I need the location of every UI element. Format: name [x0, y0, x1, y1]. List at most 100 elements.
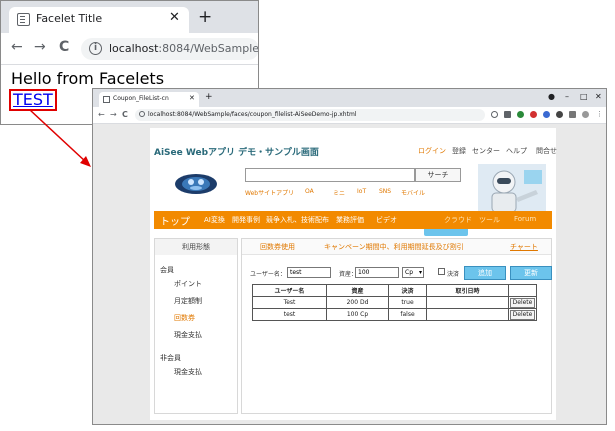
extension-red-icon[interactable] [530, 111, 537, 118]
side-heading: 利用形態 [155, 239, 237, 255]
add-button[interactable]: 追加 [464, 266, 506, 280]
cell-asset: 200 Dd [326, 296, 389, 309]
sublink-iot[interactable]: IoT [357, 188, 366, 195]
delete-button[interactable]: Delete [509, 309, 536, 320]
info-icon[interactable]: i [89, 42, 102, 55]
menu-video[interactable]: ビデオ [376, 215, 397, 225]
side-group-member: 会員 [160, 266, 174, 274]
cell-action: Delete [508, 308, 537, 321]
delete-button[interactable]: Delete [509, 297, 536, 308]
user-input[interactable]: test [287, 267, 331, 278]
page-icon [103, 96, 110, 103]
browser-toolbar: ← → C i localhost:8084/WebSample/ [1, 33, 259, 65]
share-icon[interactable] [504, 111, 511, 118]
menu-cloud[interactable]: クラウド [444, 215, 472, 225]
contact-link[interactable]: 問合せ [536, 146, 557, 156]
campaign-notice: キャンペーン期間中、利用期間延長及び割引 [324, 243, 464, 251]
sublink-oa[interactable]: OA [305, 188, 314, 195]
chart-link[interactable]: チャート [510, 242, 538, 252]
extension-blue-icon[interactable] [543, 111, 550, 118]
extension-green-icon[interactable] [517, 111, 524, 118]
sublink-web-app[interactable]: Webサイトアプリ [245, 188, 294, 197]
url-host: localhost [109, 42, 159, 55]
browser-window-2: Coupon_FileList-cn ✕ + ● – □ ✕ ← → C loc… [92, 88, 607, 425]
address-bar[interactable]: i localhost:8084/WebSample/ [81, 38, 259, 60]
coupon-table: ユーザー名 資産 決済 取引日時 Test 200 Dd true Delete… [252, 284, 537, 321]
col-asset: 資産 [326, 284, 389, 297]
asset-input[interactable]: 100 [355, 267, 399, 278]
sublink-sns[interactable]: SNS [379, 188, 391, 195]
side-item-cash-nonmember[interactable]: 現金支払 [174, 367, 202, 377]
profile-icon[interactable] [582, 111, 589, 118]
sublink-mini[interactable]: ミニ [333, 188, 345, 197]
search-icon[interactable] [491, 111, 498, 118]
col-datetime: 取引日時 [426, 284, 509, 297]
extensions-icon[interactable] [569, 111, 576, 118]
side-group-nonmember: 非会員 [160, 354, 181, 362]
page-heading: Hello from Facelets [11, 69, 165, 88]
menu-evaluation[interactable]: 業務評価 [336, 215, 364, 225]
info-icon[interactable] [139, 111, 145, 117]
menu-top[interactable]: トップ [160, 213, 190, 228]
forward-icon[interactable]: → [110, 110, 117, 119]
close-icon[interactable]: ✕ [169, 10, 180, 25]
login-link[interactable]: ログイン [418, 146, 446, 156]
tab-strip: Coupon_FileList-cn ✕ + ● – □ ✕ [93, 89, 606, 107]
sublink-mobile[interactable]: モバイル [401, 188, 425, 197]
url-text: localhost:8084/WebSample/faces/coupon_fi… [148, 111, 357, 118]
ai-logo-icon [175, 174, 217, 194]
forward-icon[interactable]: → [34, 39, 46, 55]
cell-action: Delete [508, 296, 537, 309]
address-bar[interactable]: localhost:8084/WebSample/faces/coupon_fi… [135, 109, 485, 121]
url-path: :8084/WebSample/ [158, 42, 259, 55]
cell-settled: false [388, 308, 427, 321]
menu-tools[interactable]: ツール [479, 215, 500, 225]
cell-datetime [426, 308, 509, 321]
search-input[interactable] [245, 168, 415, 182]
center-link[interactable]: センター [472, 146, 500, 156]
settled-checkbox[interactable] [438, 268, 445, 275]
back-icon[interactable]: ← [11, 39, 23, 55]
test-link[interactable]: TEST [9, 89, 57, 111]
col-settled: 決済 [388, 284, 427, 297]
update-button[interactable]: 更新 [510, 266, 552, 280]
cell-asset: 100 Cp [326, 308, 389, 321]
search-button[interactable]: サーチ [415, 168, 461, 182]
col-action [508, 284, 537, 297]
reload-icon[interactable]: C [59, 39, 69, 55]
robot-image [478, 164, 546, 212]
reload-icon[interactable]: C [122, 110, 128, 119]
maximize-icon[interactable]: □ [580, 92, 588, 101]
currency-select[interactable]: Cp [402, 267, 424, 278]
new-tab-icon[interactable]: + [205, 92, 213, 102]
browser-toolbar: ← → C localhost:8084/WebSample/faces/cou… [93, 107, 606, 124]
record-icon[interactable]: ● [548, 92, 555, 101]
new-tab-icon[interactable]: + [198, 9, 212, 26]
register-link[interactable]: 登録 [452, 146, 466, 156]
tab-facelet-title[interactable]: Facelet Title ✕ [9, 7, 189, 33]
tab-coupon-filelist[interactable]: Coupon_FileList-cn ✕ [99, 92, 199, 107]
menu-bidding[interactable]: 競争入札、技術配布 [266, 215, 329, 225]
tab-strip: Facelet Title ✕ + [1, 1, 258, 33]
tab-title: Facelet Title [36, 12, 103, 25]
side-item-points[interactable]: ポイント [174, 279, 202, 289]
main-menu: トップ AI変換 開発事例 競争入札、技術配布 業務評価 ビデオ クラウド ツー… [154, 211, 552, 229]
extension-dark-icon[interactable] [556, 111, 563, 118]
window-close-icon[interactable]: ✕ [595, 92, 602, 101]
site-content: AiSee Webアプリ デモ・サンプル画面 ログイン 登録 センター ヘルプ … [150, 128, 557, 420]
side-item-monthly[interactable]: 月定額制 [174, 296, 202, 306]
minimize-icon[interactable]: – [565, 92, 569, 101]
side-item-cash[interactable]: 現金支払 [174, 330, 202, 340]
back-icon[interactable]: ← [98, 110, 105, 119]
cell-settled: true [388, 296, 427, 309]
table-row: Test 200 Dd true Delete [252, 296, 537, 309]
arrow-head [80, 156, 91, 167]
menu-dev-cases[interactable]: 開発事例 [232, 215, 260, 225]
help-link[interactable]: ヘルプ [506, 146, 527, 156]
menu-ai-conversion[interactable]: AI変換 [204, 215, 225, 225]
menu-forum[interactable]: Forum [514, 215, 536, 223]
side-item-coupon[interactable]: 回数券 [174, 313, 195, 323]
url-text: localhost:8084/WebSample/ [109, 42, 259, 55]
menu-icon[interactable]: ⋮ [596, 110, 603, 118]
close-icon[interactable]: ✕ [189, 94, 195, 102]
